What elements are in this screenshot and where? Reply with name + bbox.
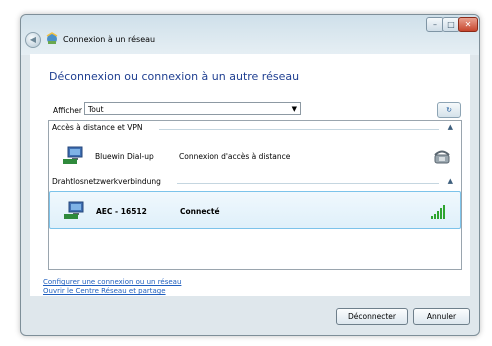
- minimize-icon: –: [433, 20, 437, 29]
- chevron-up-icon[interactable]: ▲: [448, 177, 453, 185]
- network-status: Connecté: [180, 207, 220, 216]
- group-header-wireless[interactable]: Drahtlosnetzwerkverbindung ▲: [49, 177, 461, 189]
- back-arrow-icon: ◀: [29, 35, 37, 44]
- group-divider: [159, 129, 439, 130]
- group-header-vpn[interactable]: Accès à distance et VPN ▲: [49, 123, 461, 135]
- window-title: Connexion à un réseau: [63, 35, 156, 44]
- network-center-link[interactable]: Ouvrir le Centre Réseau et partage: [43, 287, 166, 295]
- group-label: Accès à distance et VPN: [52, 123, 147, 132]
- dropdown-arrow-icon: ▼: [291, 105, 297, 113]
- group-label: Drahtlosnetzwerkverbindung: [52, 177, 165, 186]
- group-divider: [177, 183, 439, 184]
- filter-value: Tout: [88, 105, 104, 114]
- close-button[interactable]: ✕: [458, 17, 478, 32]
- main-panel: Déconnexion ou connexion à un autre rése…: [30, 54, 470, 296]
- title-bar: ◀ Connexion à un réseau – □ ✕: [21, 15, 479, 55]
- close-icon: ✕: [464, 20, 472, 29]
- computer-network-icon: [64, 201, 84, 219]
- network-status: Connexion d'accès à distance: [179, 152, 291, 161]
- back-button[interactable]: ◀: [25, 32, 41, 48]
- chevron-up-icon[interactable]: ▲: [448, 123, 453, 131]
- refresh-icon: ↻: [446, 106, 452, 114]
- filter-dropdown[interactable]: Tout ▼: [84, 102, 301, 115]
- filter-label: Afficher :: [53, 106, 87, 115]
- maximize-icon: □: [447, 20, 455, 29]
- setup-connection-link[interactable]: Configurer une connexion ou un réseau: [43, 278, 181, 286]
- refresh-button[interactable]: ↻: [437, 102, 461, 118]
- page-heading: Déconnexion ou connexion à un autre rése…: [49, 70, 300, 83]
- disconnect-button[interactable]: Déconnecter: [336, 308, 408, 325]
- network-name: AEC - 16512: [96, 207, 147, 216]
- network-row-bluewin[interactable]: Bluewin Dial-up Connexion d'accès à dist…: [49, 137, 461, 175]
- computer-network-icon: [63, 146, 83, 164]
- modem-phone-icon: [434, 150, 450, 164]
- network-icon: [46, 32, 58, 44]
- cancel-button[interactable]: Annuler: [413, 308, 470, 325]
- dialog-window: ◀ Connexion à un réseau – □ ✕ Déconnexio…: [20, 14, 480, 336]
- network-list: Accès à distance et VPN ▲ Bluewin Dial-u…: [48, 120, 462, 270]
- network-row-aec-16512[interactable]: AEC - 16512 Connecté: [49, 191, 461, 229]
- signal-strength-icon: [431, 205, 445, 219]
- network-name: Bluewin Dial-up: [95, 152, 154, 161]
